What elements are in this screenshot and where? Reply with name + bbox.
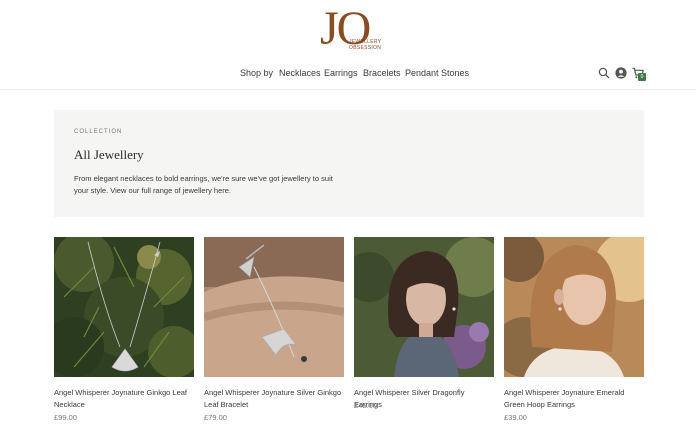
product-image[interactable] xyxy=(354,237,494,377)
collection-banner: COLLECTION All Jewellery From elegant ne… xyxy=(54,110,644,217)
nav-bracelets[interactable]: Bracelets xyxy=(363,66,401,80)
product-image[interactable] xyxy=(54,237,194,377)
product-card[interactable]: Angel Whisperer Silver Dragonfly Earring… xyxy=(354,237,494,427)
account-icon[interactable] xyxy=(614,66,628,80)
product-price: £79.00 xyxy=(204,413,227,422)
nav-pendant-stones[interactable]: Pendant Stones xyxy=(405,66,469,80)
product-price: £99.00 xyxy=(54,413,77,422)
nav-shop-by[interactable]: Shop by xyxy=(240,66,273,80)
product-card[interactable]: Angel Whisperer Joynature Emerald Green … xyxy=(504,237,644,427)
brand-logo[interactable]: JO JEWELLERY OBSESSION xyxy=(320,3,382,57)
logo-wordmark: JEWELLERY OBSESSION xyxy=(349,39,381,51)
product-card[interactable]: Angel Whisperer Joynature Silver Ginkgo … xyxy=(204,237,344,427)
product-image[interactable] xyxy=(204,237,344,377)
header-divider xyxy=(0,89,696,90)
product-price: £45.00 xyxy=(354,401,377,410)
collection-eyebrow: COLLECTION xyxy=(74,129,123,135)
collection-title: All Jewellery xyxy=(74,147,144,162)
main-nav: Shop by Necklaces Earrings Bracelets Pen… xyxy=(0,66,696,80)
cart-count-badge: 0 xyxy=(638,73,646,81)
search-icon[interactable] xyxy=(597,66,611,80)
nav-earrings[interactable]: Earrings xyxy=(324,66,358,80)
product-name[interactable]: Angel Whisperer Joynature Emerald Green … xyxy=(504,387,644,411)
nav-necklaces[interactable]: Necklaces xyxy=(279,66,321,80)
product-price: £39.00 xyxy=(504,413,527,422)
product-name[interactable]: Angel Whisperer Joynature Silver Ginkgo … xyxy=(204,387,344,411)
product-name[interactable]: Angel Whisperer Joynature Ginkgo Leaf Ne… xyxy=(54,387,194,411)
product-card[interactable]: Angel Whisperer Joynature Ginkgo Leaf Ne… xyxy=(54,237,194,427)
collection-description: From elegant necklaces to bold earrings,… xyxy=(74,174,333,195)
product-image[interactable] xyxy=(504,237,644,377)
logo-line-2: OBSESSION xyxy=(349,45,382,51)
